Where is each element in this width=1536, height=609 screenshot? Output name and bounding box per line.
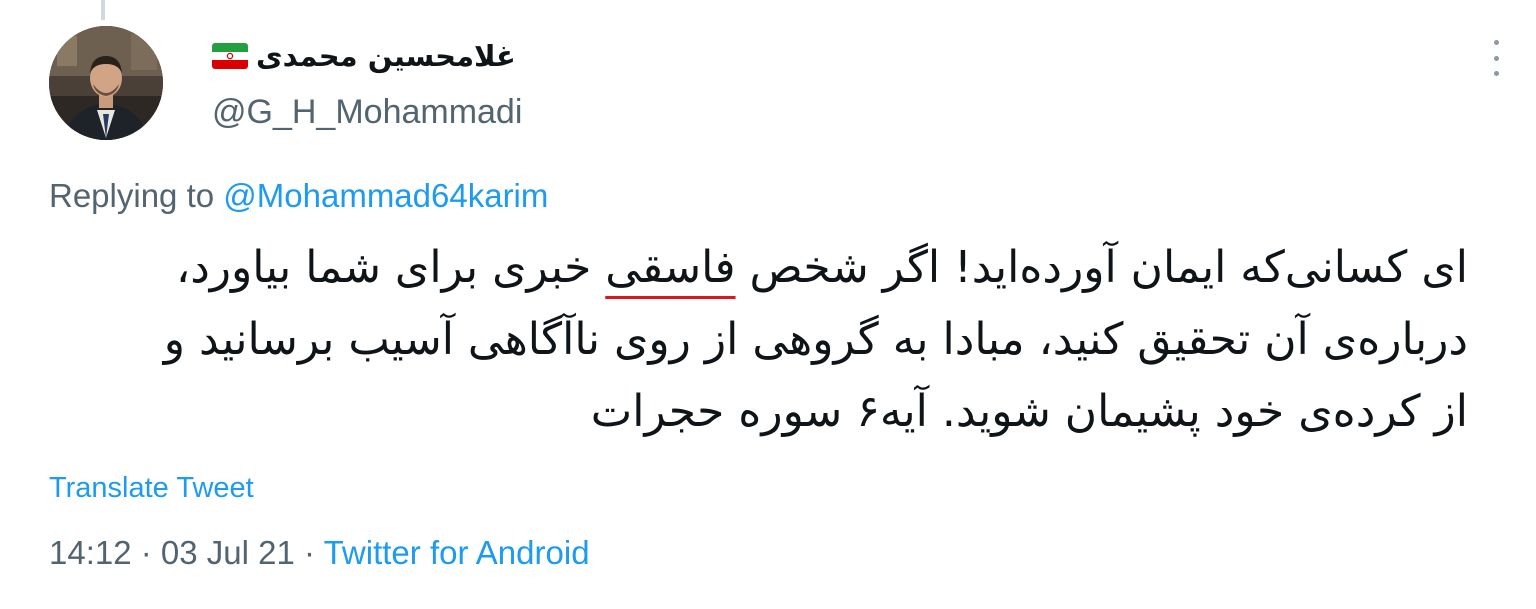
tweet-source-link[interactable]: Twitter for Android — [324, 534, 590, 571]
author-display-name: غلامحسین محمدی — [256, 39, 516, 73]
underlined-word: فاسقی — [605, 242, 736, 293]
more-dot — [1493, 71, 1499, 76]
iran-flag-icon — [212, 43, 248, 69]
more-vertical-icon[interactable] — [1484, 40, 1508, 76]
tweet-line-3: از کرده‌ی خود پشیمان شوید. آیه۶ سوره حجر… — [590, 386, 1468, 437]
author-name-row[interactable]: غلامحسین محمدی — [212, 34, 516, 78]
replying-to-label: Replying to — [49, 177, 215, 214]
more-dot — [1493, 55, 1499, 61]
tweet-line-1-start: ای کسانی‌که ایمان آورده‌اید! اگر شخص — [735, 242, 1468, 293]
tweet-detail: غلامحسین محمدی @G_H_Mohammadi Replying t… — [0, 0, 1536, 609]
avatar[interactable] — [49, 26, 163, 140]
tweet-line-1: ای کسانی‌که ایمان آورده‌اید! اگر شخص فاس… — [48, 232, 1468, 304]
more-dot — [1493, 40, 1499, 45]
reply-mention-link[interactable]: @Mohammad64karim — [223, 177, 548, 214]
thread-connector-line — [101, 0, 105, 20]
author-handle[interactable]: @G_H_Mohammadi — [212, 93, 522, 132]
tweet-time[interactable]: 14:12 — [49, 534, 132, 571]
meta-separator: · — [131, 534, 161, 571]
tweet-metadata: 14:12 · 03 Jul 21 · Twitter for Android — [49, 534, 590, 572]
tweet-text: ای کسانی‌که ایمان آورده‌اید! اگر شخص فاس… — [48, 232, 1468, 448]
tweet-date[interactable]: 03 Jul 21 — [161, 534, 295, 571]
tweet-line-1-end: خبری برای شما بیاورد، — [176, 242, 606, 293]
meta-separator: · — [294, 534, 324, 571]
translate-tweet-link[interactable]: Translate Tweet — [49, 472, 254, 505]
tweet-line-2: درباره‌ی آن تحقیق کنید، مبادا به گروهی ا… — [163, 314, 1468, 365]
avatar-photo — [49, 26, 163, 140]
replying-to: Replying to @Mohammad64karim — [49, 177, 548, 215]
